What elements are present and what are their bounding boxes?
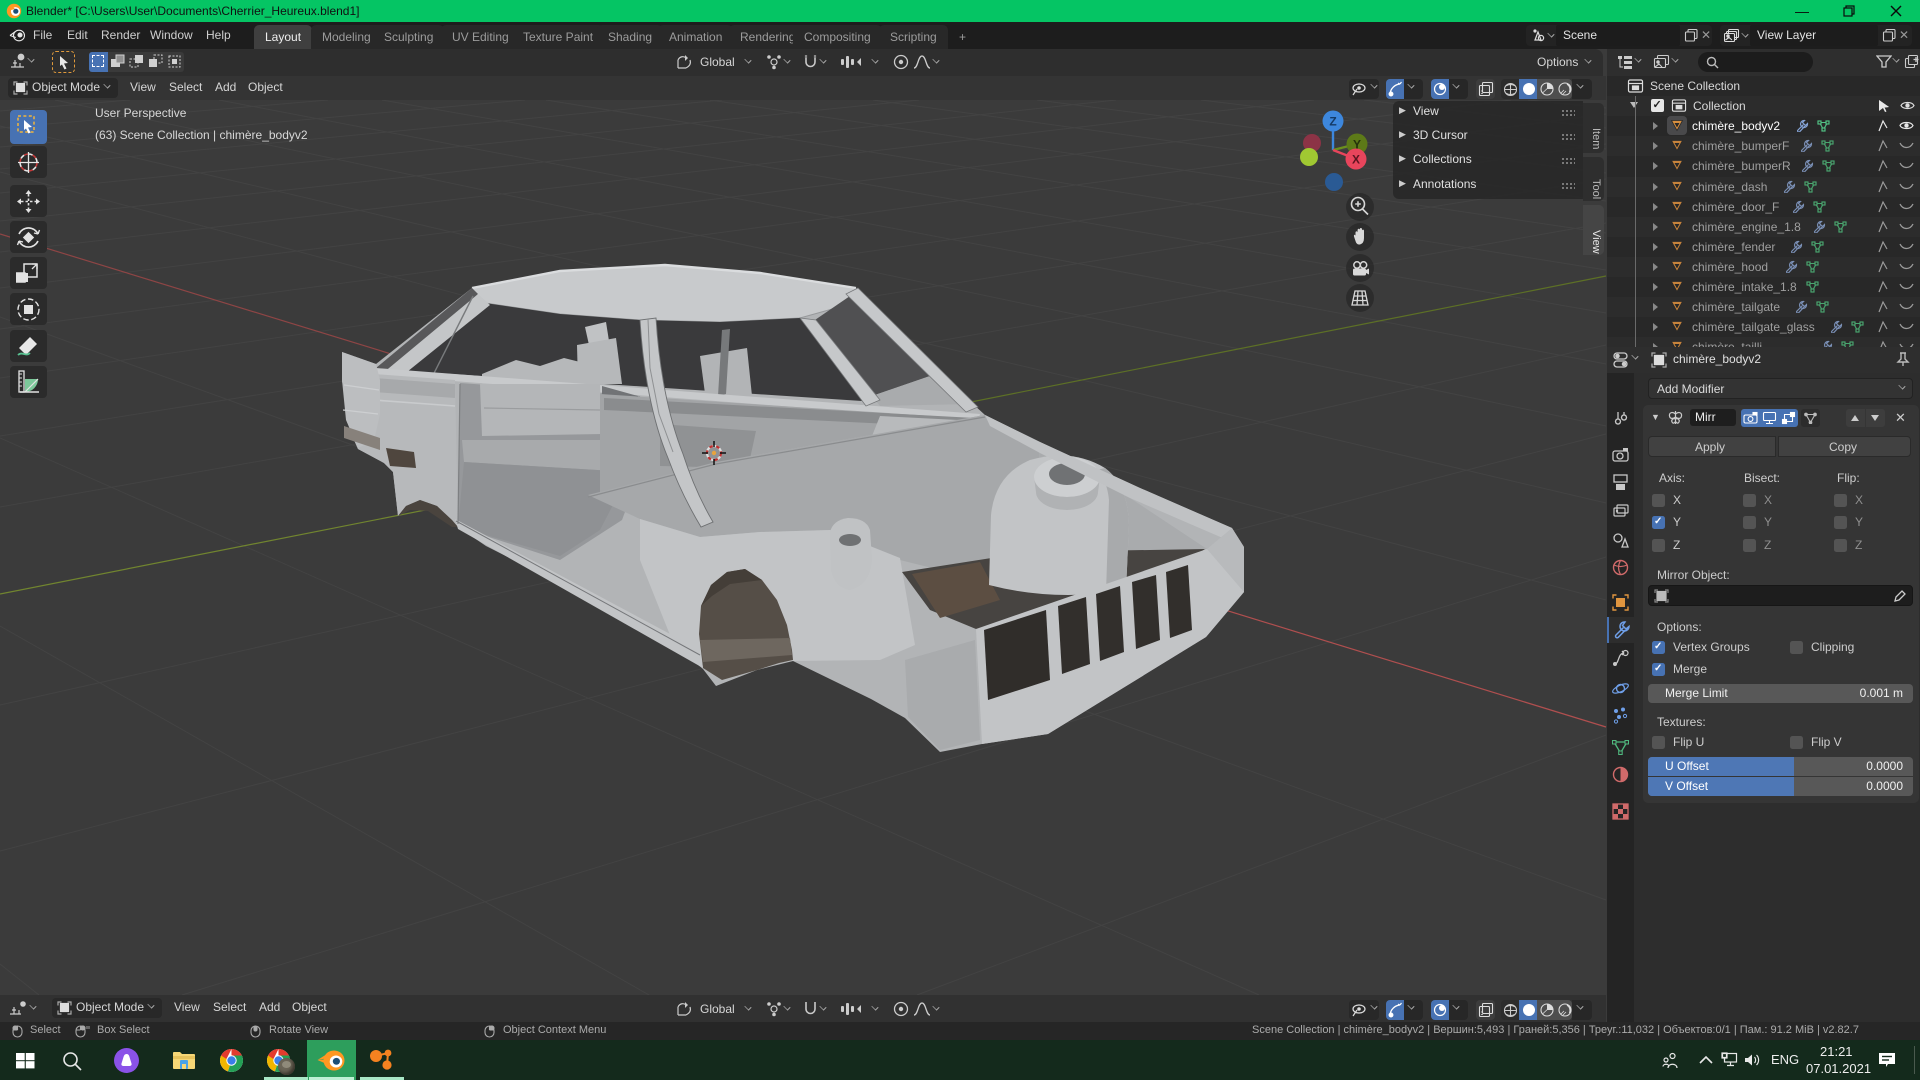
svg-text:X: X xyxy=(1352,153,1360,167)
svg-text:Z: Z xyxy=(1329,115,1336,129)
